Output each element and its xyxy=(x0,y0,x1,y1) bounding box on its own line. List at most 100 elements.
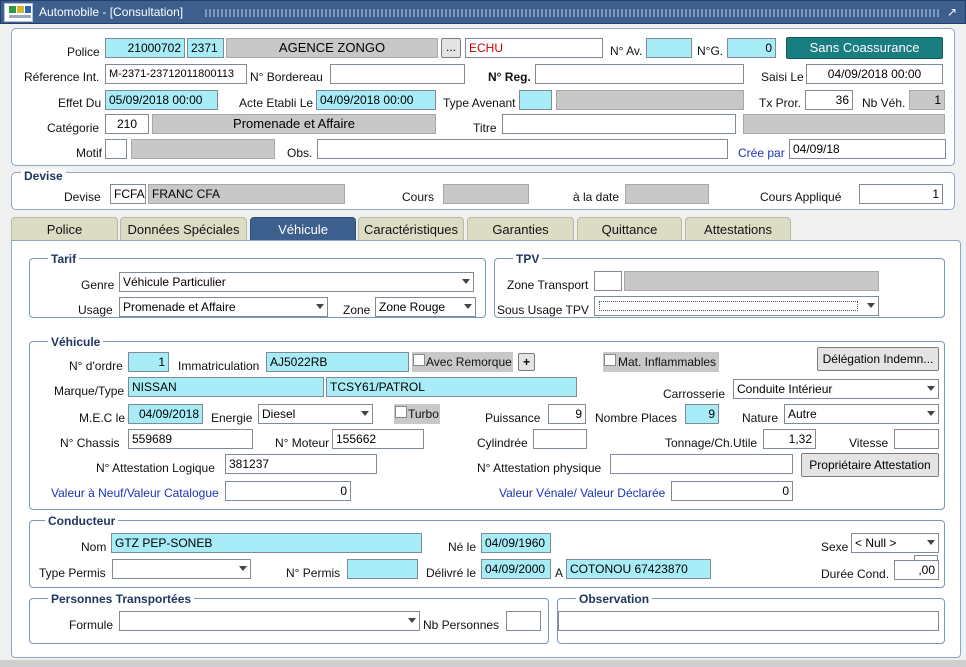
genre-select[interactable]: Véhicule Particulier xyxy=(119,272,474,292)
marque-field[interactable]: NISSAN xyxy=(128,377,324,397)
nb-personnes-field[interactable] xyxy=(506,611,541,631)
tonnage-field[interactable]: 1,32 xyxy=(763,429,816,449)
acte-label: Acte Etabli Le xyxy=(239,96,314,110)
avenant-number-field[interactable] xyxy=(646,38,692,58)
inflammables-checkbox[interactable] xyxy=(604,354,616,366)
police-number-field[interactable]: 21000702 xyxy=(105,38,185,58)
tab-police[interactable]: Police xyxy=(11,217,118,241)
cree-par-label: Crée par xyxy=(738,146,785,160)
agency-field: AGENCE ZONGO xyxy=(226,38,438,58)
type-field[interactable]: TCSY61/PATROL xyxy=(326,377,577,397)
devise-name-field: FRANC CFA xyxy=(148,184,345,204)
energie-label: Energie xyxy=(211,411,253,425)
nature-select[interactable]: Autre xyxy=(784,404,939,424)
nb-personnes-label: Nb Personnes xyxy=(423,618,500,632)
reference-field[interactable]: M-2371-23712011800113 xyxy=(105,64,247,84)
zone-select[interactable]: Zone Rouge xyxy=(375,297,476,317)
tab-donnees-speciales[interactable]: Données Spéciales xyxy=(120,217,247,241)
delegation-button[interactable]: Délégation Indemn... xyxy=(817,347,939,371)
places-field[interactable]: 9 xyxy=(685,404,719,424)
remorque-checkbox[interactable] xyxy=(413,354,425,366)
motif-code-field[interactable] xyxy=(105,139,127,159)
puissance-field[interactable]: 9 xyxy=(548,404,586,424)
type-permis-select[interactable] xyxy=(112,559,251,579)
nom-field[interactable]: GTZ PEP-SONEB xyxy=(111,533,422,553)
valeur-venale-field[interactable]: 0 xyxy=(671,481,793,501)
cree-par-field[interactable]: 04/09/18 xyxy=(789,139,946,159)
permis-label: N° Permis xyxy=(286,566,341,580)
immatriculation-field[interactable]: AJ5022RB xyxy=(266,352,409,372)
app-logo-icon xyxy=(4,3,33,22)
cours-applique-field[interactable]: 1 xyxy=(859,184,943,204)
categorie-code-field[interactable]: 210 xyxy=(105,114,149,134)
acte-field[interactable]: 04/09/2018 00:00 xyxy=(316,90,436,110)
tab-quittance[interactable]: Quittance xyxy=(577,217,682,241)
ordre-field[interactable]: 1 xyxy=(128,352,169,372)
add-remorque-button[interactable]: + xyxy=(518,353,535,371)
branch-code-field[interactable]: 2371 xyxy=(187,38,224,58)
attestation-physique-field[interactable] xyxy=(610,454,793,474)
vitesse-field[interactable] xyxy=(894,429,939,449)
obs-field[interactable] xyxy=(317,139,728,159)
ne-le-field[interactable]: 04/09/1960 xyxy=(481,533,551,553)
titre-label: Titre xyxy=(473,121,497,135)
genre-value: Véhicule Particulier xyxy=(123,275,226,289)
turbo-checkbox[interactable] xyxy=(395,406,407,418)
carrosserie-select[interactable]: Conduite Intérieur xyxy=(733,379,939,399)
a-la-date-field xyxy=(625,184,709,204)
status-field: ECHU xyxy=(465,38,603,58)
tpv-group-label: TPV xyxy=(513,252,543,266)
tab-caracteristiques[interactable]: Caractéristiques xyxy=(358,217,464,241)
tab-vehicule[interactable]: Véhicule xyxy=(250,217,356,242)
nature-label: Nature xyxy=(742,411,779,425)
devise-code-field[interactable]: FCFA xyxy=(110,184,146,204)
permis-field[interactable] xyxy=(347,559,418,579)
tx-pror-field[interactable]: 36 xyxy=(805,90,853,110)
bordereau-field[interactable] xyxy=(330,64,465,84)
attestation-logique-field[interactable]: 381237 xyxy=(225,454,377,474)
valeur-neuf-field[interactable]: 0 xyxy=(225,481,351,501)
cours-label: Cours xyxy=(402,190,435,204)
proprietaire-attestation-button[interactable]: Propriétaire Attestation xyxy=(801,453,939,477)
effet-field[interactable]: 05/09/2018 00:00 xyxy=(105,90,218,110)
sous-usage-select[interactable] xyxy=(594,296,879,316)
coassurance-button[interactable]: Sans Coassurance xyxy=(786,37,943,59)
mec-field[interactable]: 04/09/2018 xyxy=(128,404,203,424)
lieu-field[interactable]: COTONOU 67423870 xyxy=(566,559,711,579)
tab-garanties[interactable]: Garanties xyxy=(467,217,574,241)
devise-label: Devise xyxy=(64,190,101,204)
usage-select[interactable]: Promenade et Affaire xyxy=(119,297,328,317)
saisi-label: Saisi Le xyxy=(761,70,804,84)
reg-field[interactable] xyxy=(535,64,744,84)
tx-pror-label: Tx Pror. xyxy=(759,96,802,110)
reg-label: N° Reg. xyxy=(488,70,531,84)
zone-transport-code-field[interactable] xyxy=(594,271,622,291)
browse-agency-button[interactable]: ... xyxy=(441,38,461,58)
genre-label: Genre xyxy=(81,278,115,292)
nature-value: Autre xyxy=(788,407,817,421)
titre-field[interactable] xyxy=(502,114,736,134)
observation-field[interactable] xyxy=(558,611,939,631)
sexe-select[interactable]: < Null > xyxy=(851,533,939,553)
ng-field[interactable]: 0 xyxy=(727,38,776,58)
formule-select[interactable] xyxy=(119,611,420,631)
attestation-logique-label: N° Attestation Logique xyxy=(96,461,215,475)
chevron-down-icon xyxy=(464,304,472,309)
energie-select[interactable]: Diesel xyxy=(258,404,373,424)
zone-transport-desc-field xyxy=(624,271,879,291)
cylindree-field[interactable] xyxy=(533,429,587,449)
saisi-field[interactable]: 04/09/2018 00:00 xyxy=(806,64,943,84)
moteur-field[interactable]: 155662 xyxy=(332,429,424,449)
duree-field[interactable]: ,00 xyxy=(894,560,939,580)
type-avenant-code-field[interactable] xyxy=(519,90,552,110)
tonnage-label: Tonnage/Ch.Utile xyxy=(665,436,758,450)
vitesse-label: Vitesse xyxy=(849,436,889,450)
chassis-field[interactable]: 559689 xyxy=(128,429,253,449)
energie-value: Diesel xyxy=(262,407,296,421)
tab-attestations[interactable]: Attestations xyxy=(685,217,791,241)
maximize-icon[interactable]: ↗ xyxy=(945,5,959,19)
chevron-down-icon xyxy=(361,411,369,416)
vehicule-group-label: Véhicule xyxy=(48,335,104,349)
valeur-venale-label: Valeur Vénale/ Valeur Déclarée xyxy=(499,486,666,500)
delivre-field[interactable]: 04/09/2000 xyxy=(481,559,551,579)
